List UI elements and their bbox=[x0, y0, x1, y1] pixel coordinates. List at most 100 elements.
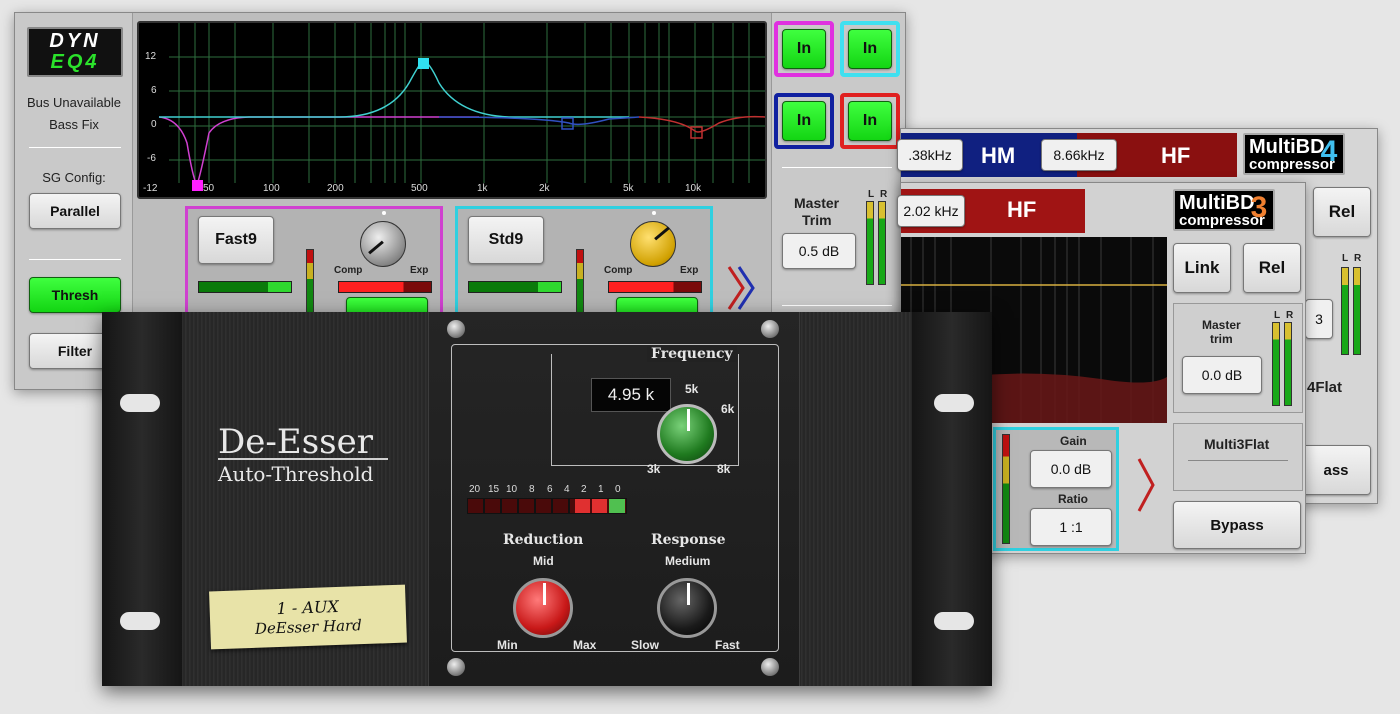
mbd3-preset: Multi3Flat bbox=[1204, 436, 1270, 452]
mbd4-band-hf: HF bbox=[1161, 143, 1191, 168]
x-tick: 500 bbox=[411, 183, 428, 194]
freq-mark-8k: 8k bbox=[717, 462, 731, 476]
mbd3-logo-num: 3 bbox=[1250, 191, 1268, 224]
mbd4-logo: MultiBD compressor 4 bbox=[1243, 133, 1345, 175]
in-button-band3[interactable]: In bbox=[782, 101, 826, 141]
mbd4-freq2[interactable]: 8.66kHz bbox=[1041, 139, 1117, 171]
response-slow: Slow bbox=[631, 638, 660, 652]
master-trim-label-1: Master bbox=[794, 195, 840, 211]
rack-hole bbox=[934, 394, 974, 412]
dyn-eq4-logo: DYN EQ4 bbox=[27, 27, 123, 77]
y-tick: 12 bbox=[145, 51, 157, 62]
freq-mark-6k: 6k bbox=[721, 402, 735, 416]
mbd4-meter-r-label: R bbox=[1354, 253, 1362, 264]
response-label: Response bbox=[651, 532, 726, 548]
eq-graph-svg bbox=[158, 23, 766, 191]
divider bbox=[782, 305, 892, 306]
mbd4-meter-r bbox=[1353, 267, 1361, 355]
band2-preset-button[interactable]: Std9 bbox=[468, 216, 544, 264]
mbd3-master-trim-value[interactable]: 0.0 dB bbox=[1182, 356, 1262, 394]
x-tick: 1k bbox=[477, 183, 488, 194]
screw-icon bbox=[761, 658, 779, 676]
mbd3-master-label-1: Master bbox=[1202, 318, 1241, 332]
in-button-band4[interactable]: In bbox=[848, 101, 892, 141]
response-medium: Medium bbox=[665, 554, 711, 568]
mbd4-value-partial[interactable]: 3 bbox=[1305, 299, 1333, 339]
mbd4-meter-l bbox=[1341, 267, 1349, 355]
mbd4-logo-num: 4 bbox=[1320, 135, 1338, 168]
frequency-display: 4.95 k bbox=[591, 378, 671, 412]
band2-panel: Std9 Comp Exp bbox=[455, 206, 713, 321]
eq-graph[interactable]: 12 6 0 -6 -12 50 100 200 500 1k 2k 5k 10… bbox=[137, 21, 767, 199]
rack-hole bbox=[934, 612, 974, 630]
reduction-min: Min bbox=[497, 638, 518, 652]
rack-ear-right bbox=[912, 312, 992, 686]
meter-tick: 2 bbox=[581, 484, 587, 495]
mbd3-meter-r-label: R bbox=[1286, 310, 1294, 321]
mbd3-band-hf: HF bbox=[1007, 197, 1037, 222]
mbd4-rel-button[interactable]: Rel bbox=[1313, 187, 1371, 237]
meter-tick: 20 bbox=[469, 484, 481, 495]
mbd4-bypass-partial[interactable]: ass bbox=[1301, 445, 1371, 495]
reduction-knob[interactable] bbox=[513, 578, 573, 638]
mbd3-ratio-value[interactable]: 1 :1 bbox=[1030, 508, 1112, 546]
deesser-title: De-Esser bbox=[218, 422, 373, 462]
chevron-right-icon[interactable] bbox=[1133, 453, 1157, 517]
y-tick: 6 bbox=[151, 85, 157, 96]
x-tick: 50 bbox=[203, 183, 215, 194]
deesser-subtitle: Auto-Threshold bbox=[218, 462, 374, 486]
meter-tick: 1 bbox=[598, 484, 604, 495]
band2-exp-label: Exp bbox=[680, 265, 699, 276]
mbd3-band-meter bbox=[1002, 434, 1010, 544]
mbd3-meter-r bbox=[1284, 322, 1292, 406]
chevron-right-icon[interactable] bbox=[723, 263, 757, 313]
frequency-label: Frequency bbox=[647, 346, 737, 362]
mbd4-meter-l-label: L bbox=[1342, 253, 1349, 264]
master-trim-value[interactable]: 0.5 dB bbox=[782, 233, 856, 269]
meter-tick: 4 bbox=[564, 484, 570, 495]
meter-r-label: R bbox=[880, 189, 888, 200]
mbd4-freq1[interactable]: .38kHz bbox=[897, 139, 963, 171]
meter-tick: 10 bbox=[506, 484, 518, 495]
band1-gr-bar bbox=[338, 281, 432, 293]
mbd3-logo-line1: MultiBD bbox=[1179, 192, 1255, 214]
band1-comp-label: Comp bbox=[334, 265, 363, 276]
mbd3-bypass-button[interactable]: Bypass bbox=[1173, 501, 1301, 549]
mbd3-band-panel: Gain 0.0 dB Ratio 1 :1 bbox=[993, 427, 1119, 551]
mbd3-freq[interactable]: 2.02 kHz bbox=[897, 195, 965, 227]
mbd3-ratio-label: Ratio bbox=[1058, 492, 1088, 506]
response-knob[interactable] bbox=[657, 578, 717, 638]
in-button-band1[interactable]: In bbox=[782, 29, 826, 69]
thresh-button[interactable]: Thresh bbox=[29, 277, 121, 313]
parallel-button[interactable]: Parallel bbox=[29, 193, 121, 229]
mbd3-link-button[interactable]: Link bbox=[1173, 243, 1231, 293]
x-tick: 100 bbox=[263, 183, 280, 194]
x-tick: 5k bbox=[623, 183, 634, 194]
status-line-1: Bus Unavailable bbox=[27, 95, 121, 110]
mbd3-gain-value[interactable]: 0.0 dB bbox=[1030, 450, 1112, 488]
mbd4-logo-line1: MultiBD bbox=[1249, 136, 1325, 158]
mbd3-meter-l bbox=[1272, 322, 1280, 406]
mbd3-meter-l-label: L bbox=[1274, 310, 1281, 321]
band2-comp-label: Comp bbox=[604, 265, 633, 276]
mbd4-preset-partial: 4Flat bbox=[1307, 379, 1343, 396]
meter-tick: 8 bbox=[529, 484, 535, 495]
screw-icon bbox=[447, 658, 465, 676]
band2-level-meter bbox=[576, 249, 584, 315]
deesser-rack: De-Esser Auto-Threshold 1 - AUX DeEsser … bbox=[102, 312, 992, 686]
band1-level-meter bbox=[306, 249, 314, 315]
in-button-band2[interactable]: In bbox=[848, 29, 892, 69]
meter-tick: 15 bbox=[488, 484, 500, 495]
reduction-max: Max bbox=[573, 638, 597, 652]
logo-dyn-text: DYN bbox=[49, 30, 101, 52]
rack-ear-left bbox=[102, 312, 182, 686]
mbd3-rel-button[interactable]: Rel bbox=[1243, 243, 1301, 293]
x-tick: 10k bbox=[685, 183, 702, 194]
band1-knob[interactable] bbox=[360, 221, 406, 267]
frequency-knob[interactable] bbox=[657, 404, 717, 464]
band2-knob[interactable] bbox=[630, 221, 676, 267]
deesser-faceplate: De-Esser Auto-Threshold 1 - AUX DeEsser … bbox=[182, 312, 912, 686]
master-meter-l bbox=[866, 201, 874, 285]
tape-label: 1 - AUX DeEsser Hard bbox=[209, 584, 407, 650]
band1-preset-button[interactable]: Fast9 bbox=[198, 216, 274, 264]
